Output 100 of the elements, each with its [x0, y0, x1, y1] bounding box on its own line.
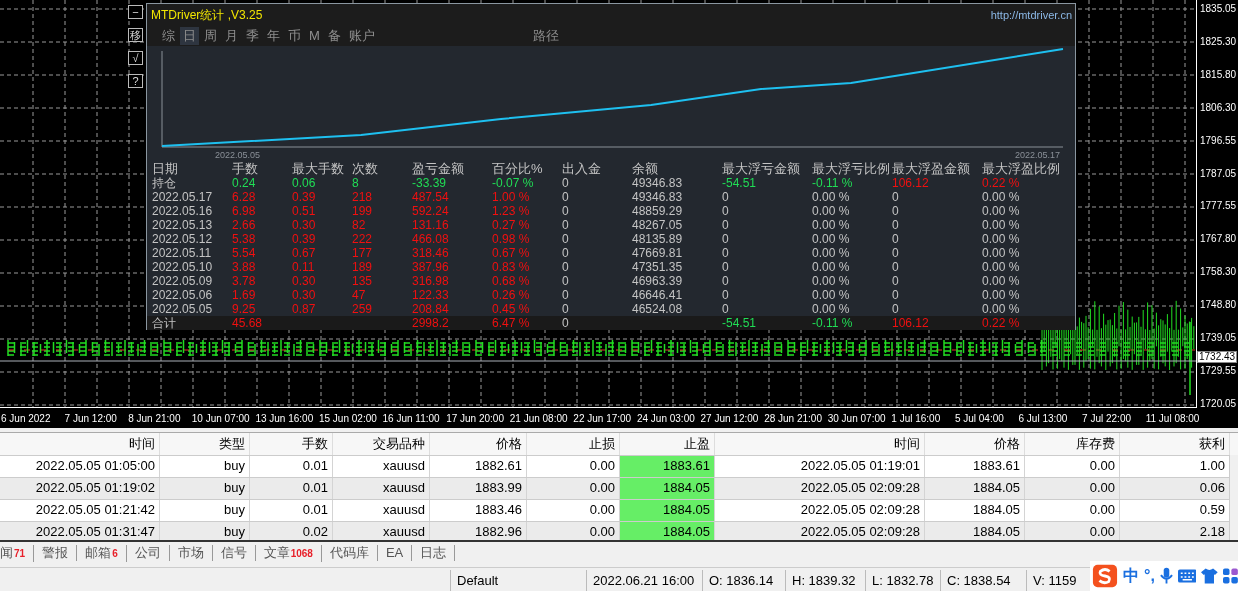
table-cell: xauusd [333, 478, 430, 499]
price-label: 1787.05 [1200, 167, 1238, 180]
price-label: 1720.05 [1200, 397, 1238, 410]
table-cell-text: 0 [722, 204, 730, 218]
table-cell-text: 0 [722, 302, 730, 316]
table-cell-text: 122.33 [412, 288, 450, 302]
status-field: Default [450, 569, 586, 591]
path-button[interactable]: 路径 [529, 27, 562, 45]
column-header[interactable]: 库存费 [1025, 433, 1120, 455]
column-header: 盈亏金额 [412, 162, 465, 176]
table-cell: 1883.46 [430, 500, 527, 521]
table-cell-text: 46524.08 [632, 302, 684, 316]
table-cell-text: 0.00 % [812, 288, 851, 302]
table-cell: 1884.05 [620, 478, 715, 499]
period-tab[interactable]: 币 [285, 27, 304, 45]
punctuation-toggle[interactable]: °, [1144, 567, 1155, 585]
terminal-tab[interactable]: 文章1068 [255, 544, 322, 562]
microphone-icon[interactable] [1159, 567, 1173, 585]
website-link[interactable]: http://mtdriver.cn [990, 9, 1072, 21]
terminal-tab[interactable]: 公司 [126, 545, 170, 561]
column-header[interactable]: 获利 [1120, 433, 1230, 455]
chart-tool-button[interactable]: ? [128, 74, 143, 88]
period-tab[interactable]: M [306, 27, 323, 45]
table-cell-text: 1.23 % [492, 204, 531, 218]
table-cell-text: 5.54 [232, 246, 257, 260]
column-header[interactable]: 时间 [715, 433, 925, 455]
table-cell-text: 2022.05.12 [152, 232, 214, 246]
time-label: 16 Jun 11:00 [382, 412, 441, 424]
table-cell-text: 0.26 % [492, 288, 531, 302]
period-tab[interactable]: 季 [243, 27, 262, 45]
table-cell-text: 0.27 % [492, 218, 531, 232]
input-mode-toggle[interactable]: 中 [1123, 565, 1139, 587]
table-cell-text: 0.30 [292, 288, 317, 302]
table-cell-text: 0.00 % [812, 302, 851, 316]
time-label: 21 Jun 08:00 [509, 412, 569, 424]
table-cell-text: 0.00 % [812, 260, 851, 274]
table-cell-text: -54.51 [722, 316, 758, 330]
terminal-tab[interactable]: 信号 [212, 545, 256, 561]
column-header[interactable]: 手数 [250, 433, 333, 455]
period-tab[interactable]: 周 [201, 27, 220, 45]
status-field: 2022.06.21 16:00 [586, 569, 702, 591]
period-tab[interactable]: 日 [180, 27, 199, 45]
terminal-tab[interactable]: 日志 [412, 545, 456, 561]
chart-tool-button[interactable]: √ [128, 51, 143, 65]
time-label: 17 Jun 20:00 [446, 412, 505, 424]
status-field: L: 1832.78 [865, 569, 940, 591]
price-label: 1806.30 [1200, 101, 1238, 114]
status-field: O: 1836.14 [702, 569, 785, 591]
column-header[interactable]: 价格 [430, 433, 527, 455]
table-cell-text: 0.39 [292, 190, 317, 204]
table-cell-text: 0 [892, 232, 900, 246]
table-cell: 1884.05 [620, 522, 715, 540]
table-cell-text: 0 [722, 232, 730, 246]
table-cell-text: 0.00 % [982, 288, 1021, 302]
column-header[interactable]: 类型 [160, 433, 250, 455]
terminal-tab[interactable]: 代码库 [321, 545, 378, 561]
table-cell-text: 0 [562, 288, 570, 302]
column-header[interactable]: 交易品种 [333, 433, 430, 455]
table-cell: buy [160, 500, 250, 521]
table-cell: 1883.61 [620, 456, 715, 477]
period-tab[interactable]: 备 [324, 27, 344, 45]
column-header[interactable]: 价格 [925, 433, 1025, 455]
table-cell: 2022.05.05 01:21:42 [0, 500, 160, 521]
period-tab[interactable]: 月 [222, 27, 241, 45]
table-cell-text: 6.28 [232, 190, 257, 204]
table-cell-text: 45.68 [232, 316, 264, 330]
terminal-tab[interactable]: 闻71 [0, 544, 35, 562]
column-header[interactable]: 时间 [0, 433, 160, 455]
period-tab[interactable]: 账户 [345, 27, 378, 45]
keyboard-icon[interactable] [1177, 569, 1197, 583]
price-label: 1767.80 [1200, 233, 1238, 246]
table-cell-text: 47351.35 [632, 260, 684, 274]
grid-icon[interactable] [1223, 568, 1238, 584]
table-cell-text: 8 [352, 176, 360, 190]
period-tab[interactable]: 年 [264, 27, 283, 45]
terminal-tab[interactable]: 警报 [34, 545, 78, 561]
column-header[interactable]: 止损 [527, 433, 620, 455]
time-label: 8 Jun 21:00 [128, 412, 182, 424]
shirt-icon[interactable] [1201, 568, 1219, 584]
table-cell-text: 0 [562, 274, 570, 288]
status-field: V: 1159 [1026, 569, 1085, 591]
column-header[interactable]: 止盈 [620, 433, 715, 455]
table-cell-text: 0 [892, 288, 900, 302]
chart-tool-button[interactable]: − [128, 5, 143, 19]
period-tab[interactable]: 综 [159, 27, 178, 45]
time-label: 24 Jun 03:00 [636, 412, 696, 424]
terminal-tab[interactable]: 邮箱6 [77, 544, 127, 562]
table-cell-text: 1.69 [232, 288, 257, 302]
table-cell-text: 0.45 % [492, 302, 531, 316]
table-cell-text: -0.11 % [812, 176, 854, 190]
ime-logo-icon[interactable] [1092, 563, 1118, 589]
table-cell-text: 0 [562, 260, 570, 274]
terminal-tab[interactable]: 市场 [169, 545, 213, 561]
column-header: 最大浮亏金额 [722, 162, 801, 176]
terminal-tab[interactable]: EA [377, 545, 413, 561]
column-header: 最大浮盈比例 [982, 162, 1061, 176]
table-cell-text: 47669.81 [632, 246, 684, 260]
scrollbar[interactable] [1229, 455, 1238, 540]
table-cell-text: 0 [562, 190, 570, 204]
chart-tool-button[interactable]: 移 [128, 28, 143, 42]
